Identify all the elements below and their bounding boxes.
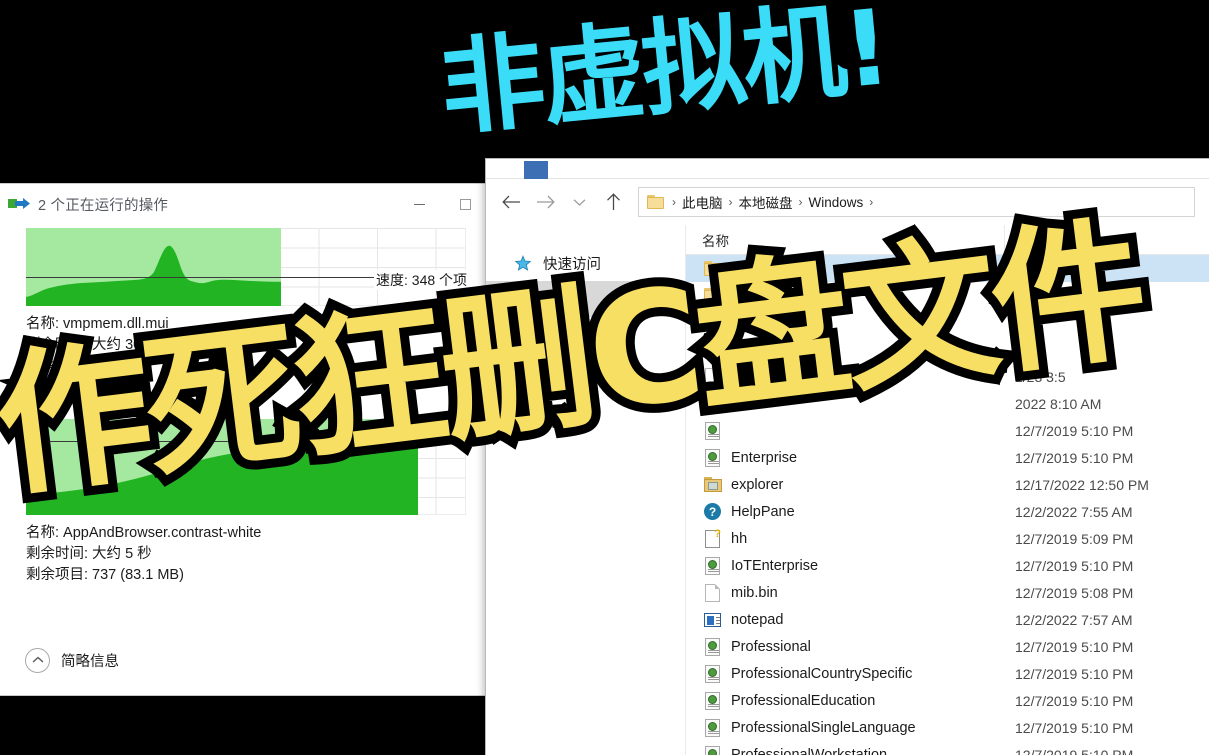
breadcrumb-item-1[interactable]: 本地磁盘 — [737, 192, 795, 212]
explorer-icon — [702, 475, 723, 494]
forward-button[interactable] — [528, 185, 562, 219]
window-controls — [396, 184, 488, 224]
copy-transfer-icon — [8, 196, 30, 212]
job-2-items-remaining: 剩余项目: 737 (83.1 MB) — [26, 567, 184, 583]
table-row[interactable]: IoTEnterprise 12/7/2019 5:10 PM — [686, 552, 1209, 579]
file-name-label: IoTEnterprise — [731, 557, 819, 574]
file-date-cell: 12/2/2022 7:57 AM — [1015, 611, 1133, 628]
up-button[interactable] — [596, 185, 630, 219]
file-name-cell[interactable]: mib.bin — [686, 583, 1004, 602]
file-name-label: explorer — [731, 476, 784, 493]
folder-icon — [647, 195, 664, 209]
mui-icon — [702, 637, 723, 656]
transfer-graph-1-plot — [26, 228, 281, 306]
file-name-cell[interactable]: ProfessionalEducation — [686, 691, 1004, 710]
copy-job-2-details: 名称: AppAndBrowser.contrast-white 剩余时间: 大… — [26, 523, 488, 586]
file-name-cell[interactable]: ProfessionalCountrySpecific — [686, 664, 1004, 683]
job-2-name: 名称: AppAndBrowser.contrast-white — [26, 525, 262, 541]
table-row[interactable]: ? hh 12/7/2019 5:09 PM — [686, 525, 1209, 552]
file-name-cell[interactable]: IoTEnterprise — [686, 556, 1004, 575]
star-pin-icon — [514, 254, 534, 272]
table-row[interactable]: mib.bin 12/7/2019 5:08 PM — [686, 579, 1209, 606]
file-date-cell: 12/7/2019 5:10 PM — [1015, 692, 1134, 709]
table-row[interactable]: Professional 12/7/2019 5:10 PM — [686, 633, 1209, 660]
file-name-cell[interactable]: Enterprise — [686, 448, 1004, 467]
less-details-label[interactable]: 简略信息 — [61, 650, 119, 671]
file-name-label: notepad — [731, 611, 784, 628]
file-name-label: HelpPane — [731, 503, 795, 520]
file-date-cell: 12/7/2019 5:10 PM — [1015, 665, 1134, 682]
help-icon: ? — [702, 502, 723, 521]
breadcrumb-sep-3: › — [869, 195, 874, 209]
breadcrumb-sep-0: › — [672, 195, 676, 209]
file-name-label: Professional — [731, 638, 811, 655]
file-date-cell: 12/7/2019 5:10 PM — [1015, 557, 1134, 574]
minimize-button[interactable] — [396, 184, 442, 224]
file-date-cell: 12/2/2022 7:55 AM — [1015, 503, 1133, 520]
chevron-up-icon[interactable] — [25, 647, 50, 673]
table-row[interactable]: ProfessionalEducation 12/7/2019 5:10 PM — [686, 687, 1209, 714]
file-name-cell[interactable]: explorer — [686, 475, 1004, 494]
back-button[interactable] — [494, 185, 528, 219]
maximize-button[interactable] — [442, 184, 488, 224]
file-date-cell: 2022 8:10 AM — [1015, 395, 1102, 412]
table-row[interactable]: ProfessionalSingleLanguage 12/7/2019 5:10… — [686, 714, 1209, 741]
mui-icon — [702, 745, 723, 755]
file-date-cell: 12/7/2019 5:09 PM — [1015, 530, 1134, 547]
file-name-label: ProfessionalEducation — [731, 692, 876, 709]
file-name-label: Enterprise — [731, 449, 798, 466]
mui-icon — [702, 664, 723, 683]
copy-dialog-footer[interactable]: 简略信息 — [0, 625, 488, 695]
doc-icon — [702, 583, 723, 602]
table-row[interactable]: notepad 12/2/2022 7:57 AM — [686, 606, 1209, 633]
mui-icon — [702, 691, 723, 710]
file-name-cell[interactable]: notepad — [686, 610, 1004, 629]
file-name-cell[interactable]: ProfessionalSingleLanguage — [686, 718, 1004, 737]
file-date-cell: 12/7/2019 5:10 PM — [1015, 719, 1134, 736]
table-row[interactable]: ? HelpPane 12/2/2022 7:55 AM — [686, 498, 1209, 525]
file-date-cell: 12/17/2022 12:50 PM — [1015, 476, 1149, 493]
screenshot-root: 2 个正在运行的操作 速度: 348 个项 名称: vmpmem.dll.mui… — [0, 0, 1209, 755]
copy-dialog-title: 2 个正在运行的操作 — [38, 197, 169, 214]
file-name-label: ProfessionalCountrySpecific — [731, 665, 913, 682]
file-name-cell[interactable]: Professional — [686, 637, 1004, 656]
overlay-top-caption: 非虚拟机! — [429, 0, 900, 157]
breadcrumb-item-0[interactable]: 此电脑 — [680, 192, 725, 212]
file-name-cell[interactable]: ? HelpPane — [686, 502, 1004, 521]
file-name-label: mib.bin — [731, 584, 778, 601]
table-row[interactable]: ProfessionalWorkstation 12/7/2019 5:10 PM — [686, 741, 1209, 755]
file-date-cell: 12/7/2019 5:08 PM — [1015, 584, 1134, 601]
file-name-label: hh — [731, 530, 748, 547]
file-name-label: ProfessionalSingleLanguage — [731, 719, 916, 736]
breadcrumb-item-2[interactable]: Windows — [807, 195, 866, 210]
explorer-tab[interactable] — [524, 161, 548, 179]
file-date-cell: 12/7/2019 5:10 PM — [1015, 449, 1134, 466]
mui-icon — [702, 556, 723, 575]
mui-icon — [702, 718, 723, 737]
file-name-cell[interactable]: ? hh — [686, 528, 1004, 548]
explorer-tabstrip[interactable] — [486, 159, 1209, 179]
file-date-cell: 12/7/2019 5:10 PM — [1015, 422, 1134, 439]
mui-icon — [702, 448, 723, 467]
breadcrumb-sep-1: › — [728, 195, 733, 209]
table-row[interactable]: ProfessionalCountrySpecific 12/7/2019 5:1… — [686, 660, 1209, 687]
breadcrumb-sep-2: › — [798, 195, 803, 209]
job-2-time-remaining: 剩余时间: 大约 5 秒 — [26, 546, 152, 562]
file-date-cell: 12/7/2019 5:10 PM — [1015, 746, 1134, 755]
hh-icon: ? — [702, 528, 723, 548]
table-row[interactable]: explorer 12/17/2022 12:50 PM — [686, 471, 1209, 498]
recent-locations-button[interactable] — [562, 185, 596, 219]
table-row[interactable]: Enterprise 12/7/2019 5:10 PM — [686, 444, 1209, 471]
file-name-cell[interactable]: ProfessionalWorkstation — [686, 745, 1004, 755]
copy-dialog-titlebar[interactable]: 2 个正在运行的操作 — [0, 184, 488, 224]
file-name-label: ProfessionalWorkstation — [731, 746, 888, 755]
notepad-icon — [702, 610, 723, 629]
file-date-cell: 12/7/2019 5:10 PM — [1015, 638, 1134, 655]
